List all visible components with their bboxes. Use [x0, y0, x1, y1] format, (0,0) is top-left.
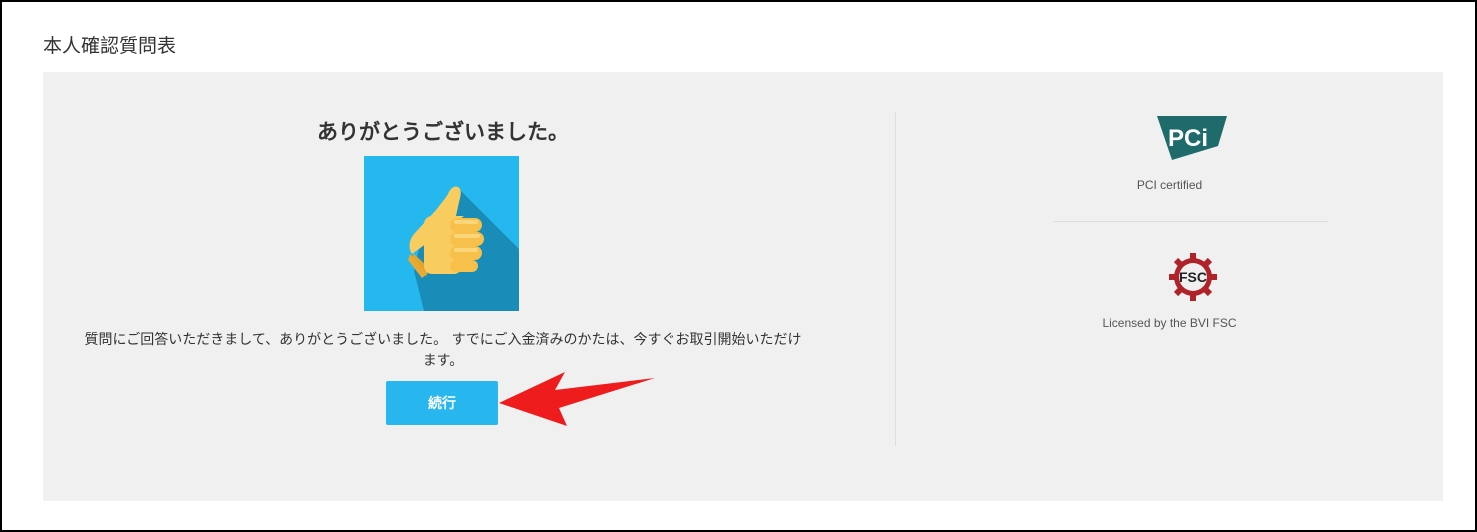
confirmation-message: 質問にご回答いただきまして、ありがとうございました。 すでにご入金済みのかたは、…: [84, 332, 802, 369]
app-frame: 本人確認質問表 ありがとうございました。 質問にご回答いただきまして、ありがとう…: [0, 0, 1477, 532]
thumbs-up-image: [364, 156, 519, 311]
fsc-logo-icon: FSC: [1169, 253, 1217, 301]
pci-cert-block: PCI certified: [896, 178, 1443, 192]
confirmation-section: ありがとうございました。 質問にご回答いただきまして、ありがとうございました。 …: [43, 72, 843, 501]
content-panel: ありがとうございました。 質問にご回答いただきまして、ありがとうございました。 …: [43, 72, 1443, 501]
pci-cert-label: PCI certified: [1136, 178, 1203, 192]
continue-button[interactable]: 続行: [386, 381, 498, 425]
thumbs-up-icon: [364, 156, 519, 311]
page-title: 本人確認質問表: [43, 35, 177, 57]
thanks-heading: ありがとうございました。: [317, 120, 569, 144]
svg-text:PCi: PCi: [1168, 125, 1208, 152]
svg-text:FSC: FSC: [1179, 269, 1207, 285]
cert-divider: [1053, 221, 1328, 222]
pci-logo-icon: PCi: [1157, 116, 1227, 160]
fsc-cert-label: Licensed by the BVI FSC: [1102, 316, 1237, 330]
certifications-section: PCi PCI certified FSC Licensed by the BV…: [896, 72, 1443, 501]
red-arrow-annotation: [499, 372, 655, 426]
fsc-cert-block: Licensed by the BVI FSC: [896, 316, 1443, 330]
